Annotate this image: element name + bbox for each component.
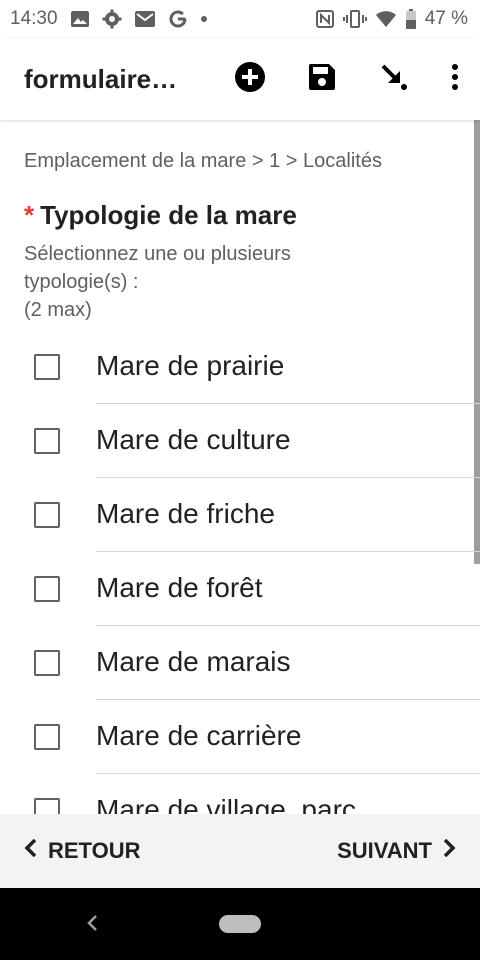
form-content[interactable]: Emplacement de la mare > 1 > Localités *…	[0, 120, 480, 814]
settings-gear-icon	[102, 9, 122, 29]
option-mare-de-culture[interactable]: Mare de culture	[0, 404, 480, 478]
app-bar-actions	[214, 47, 480, 111]
option-mare-de-marais[interactable]: Mare de marais	[0, 626, 480, 700]
save-button[interactable]	[286, 47, 358, 111]
checkbox[interactable]	[34, 798, 60, 814]
next-label: SUIVANT	[337, 838, 432, 863]
system-home-pill[interactable]	[219, 915, 261, 933]
back-chevron-icon	[84, 915, 100, 938]
option-label: Mare de marais	[96, 646, 291, 677]
hint-line: typologie(s) :	[24, 271, 139, 293]
options-list: Mare de prairie Mare de culture Mare de …	[0, 330, 480, 814]
status-bar: 14:30 47 %	[0, 0, 480, 38]
status-time: 14:30	[10, 8, 58, 29]
nfc-icon	[315, 9, 335, 29]
checkbox[interactable]	[34, 650, 60, 676]
option-label: Mare de prairie	[96, 350, 285, 381]
hint-line: Sélectionnez une ou plusieurs	[24, 243, 291, 265]
hint-line: (2 max)	[24, 299, 92, 321]
question-title-text: Typologie de la mare	[40, 200, 297, 230]
checkbox[interactable]	[34, 354, 60, 380]
chevron-left-icon	[24, 838, 38, 864]
chevron-right-icon	[442, 838, 456, 864]
app-bar: formulaire…	[0, 38, 480, 120]
add-repeat-button[interactable]	[214, 47, 286, 111]
option-label: Mare de forêt	[96, 572, 263, 603]
checkbox[interactable]	[34, 724, 60, 750]
checkbox[interactable]	[34, 502, 60, 528]
option-label: Mare de carrière	[96, 720, 302, 751]
breadcrumb: Emplacement de la mare > 1 > Localités	[24, 150, 382, 172]
finalize-button[interactable]	[358, 47, 430, 111]
add-circle-icon	[234, 61, 266, 98]
image-icon	[70, 9, 90, 29]
required-marker: *	[24, 200, 35, 230]
option-mare-de-prairie[interactable]: Mare de prairie	[0, 330, 480, 404]
checkbox[interactable]	[34, 576, 60, 602]
question-hint: Sélectionnez une ou plusieurs typologie(…	[24, 240, 384, 324]
form-title: formulaire…	[24, 63, 178, 94]
form-navigation-bar: RETOUR SUIVANT	[0, 814, 480, 888]
battery-icon	[405, 9, 417, 29]
option-mare-de-carriere[interactable]: Mare de carrière	[0, 700, 480, 774]
question-title: * Typologie de la mare	[24, 200, 297, 231]
wifi-icon	[375, 10, 397, 28]
option-label: Mare de village, parc	[96, 794, 356, 814]
notification-dot-icon	[200, 15, 208, 23]
next-button[interactable]: SUIVANT	[337, 838, 456, 864]
vibrate-icon	[342, 9, 367, 29]
more-vert-icon	[451, 63, 459, 96]
system-navigation-bar	[0, 888, 480, 960]
option-label: Mare de friche	[96, 498, 275, 529]
system-back-button[interactable]	[84, 912, 100, 939]
arrow-down-right-icon	[379, 62, 409, 97]
option-mare-de-friche[interactable]: Mare de friche	[0, 478, 480, 552]
option-label: Mare de culture	[96, 424, 291, 455]
back-button[interactable]: RETOUR	[24, 838, 141, 864]
option-mare-de-village-parc[interactable]: Mare de village, parc	[0, 774, 480, 814]
overflow-menu-button[interactable]	[430, 47, 480, 111]
checkbox[interactable]	[34, 428, 60, 454]
back-label: RETOUR	[48, 838, 141, 863]
battery-percent: 47 %	[424, 8, 468, 29]
google-icon	[168, 9, 188, 29]
save-icon	[307, 62, 337, 97]
option-mare-de-foret[interactable]: Mare de forêt	[0, 552, 480, 626]
mail-icon	[134, 10, 156, 28]
